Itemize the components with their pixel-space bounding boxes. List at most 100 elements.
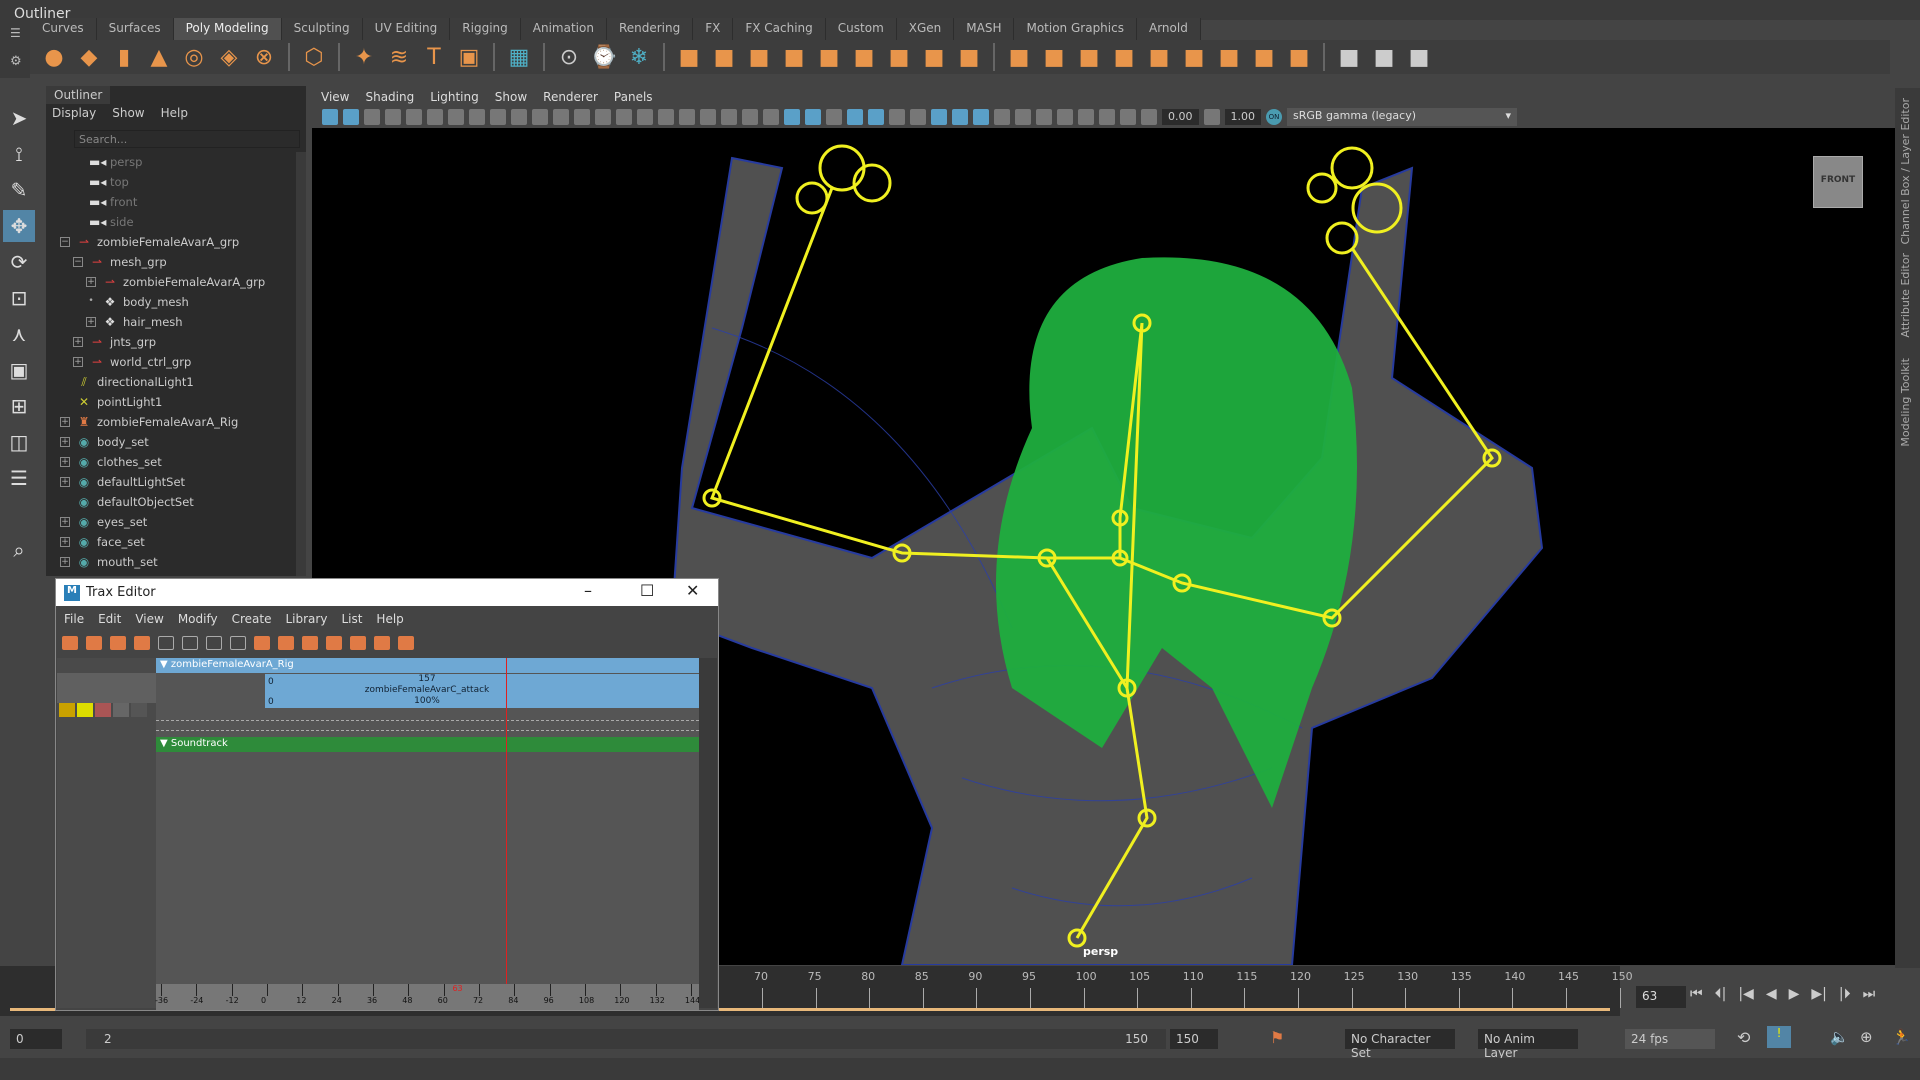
playback-button-2[interactable]: |◀ [1738,986,1753,1002]
viewport-tool-icon[interactable] [1078,109,1094,125]
viewport-tool-icon[interactable] [448,109,464,125]
expand-toggle[interactable]: • [86,297,96,307]
viewport-tool-icon[interactable] [931,109,947,125]
reduce-icon[interactable]: ■ [885,43,913,71]
viewport-tool-icon[interactable] [1141,109,1157,125]
outliner-item[interactable]: + ♜ zombieFemaleAvarA_Rig [60,412,238,432]
poly-cube-icon[interactable]: ◆ [75,43,103,71]
view-cube[interactable]: FRONT [1813,156,1863,208]
trax-menu-help[interactable]: Help [376,612,403,630]
poly-torus-icon[interactable]: ◎ [180,43,208,71]
quad-draw-icon[interactable]: ■ [1250,43,1278,71]
extrude-icon[interactable]: ■ [1005,43,1033,71]
viewport-tool-icon[interactable] [952,109,968,125]
command-line[interactable] [0,1058,1920,1080]
outliner-item[interactable]: ▬◂ persp [73,152,142,172]
poly-plane-icon[interactable]: ◈ [215,43,243,71]
viewport-tool-icon[interactable] [511,109,527,125]
separate-icon[interactable]: ■ [710,43,738,71]
outliner-tab[interactable]: Outliner [46,86,111,104]
solo-icon[interactable] [77,703,93,717]
trax-tool-icon[interactable] [302,636,318,650]
viewport-tool-icon[interactable] [637,109,653,125]
type-text-icon[interactable]: T [420,43,448,71]
outliner-item[interactable]: ▬◂ side [73,212,134,232]
viewport-tool-icon[interactable] [1036,109,1052,125]
outliner-item[interactable]: − ⇀ zombieFemaleAvarA_grp [60,232,239,252]
gamma-icon[interactable] [1203,109,1220,125]
retopologize-icon[interactable]: ■ [955,43,983,71]
layout-single-icon[interactable]: ▣ [3,354,35,386]
viewport-tool-icon[interactable] [784,109,800,125]
bridge-icon[interactable]: ■ [1040,43,1068,71]
move-tool-icon[interactable]: ✥ [3,210,35,242]
move-up-icon[interactable] [113,703,129,717]
outliner-item[interactable]: ▬◂ front [73,192,137,212]
outliner-scrollbar[interactable] [296,152,306,576]
fps-dropdown[interactable]: 24 fps [1625,1029,1715,1049]
tab-sculpting[interactable]: Sculpting [281,18,363,40]
track-header[interactable]: ▼ zombieFemaleAvarA_Rig [156,658,699,673]
search-input[interactable]: Search... [74,130,300,148]
viewport-tool-icon[interactable] [763,109,779,125]
tab-surfaces[interactable]: Surfaces [96,18,174,40]
insert-edge-loop-icon[interactable]: ■ [1370,43,1398,71]
tab-uv-editing[interactable]: UV Editing [362,18,451,40]
layout-two-icon[interactable]: ◫ [3,426,35,458]
trax-tool-icon[interactable] [374,636,390,650]
poly-count-icon[interactable]: ▦ [505,43,533,71]
tab-arnold[interactable]: Arnold [1136,18,1201,40]
viewport-tool-icon[interactable] [742,109,758,125]
range-slider[interactable]: 2 150 [86,1029,1166,1049]
trax-tool-icon[interactable] [326,636,342,650]
viewport-tool-icon[interactable] [889,109,905,125]
trax-tool-icon[interactable] [62,636,78,650]
outliner-item[interactable]: ◉ defaultObjectSet [60,492,194,512]
sound-icon[interactable]: 🔈 [1830,1028,1849,1046]
viewport-tool-icon[interactable] [994,109,1010,125]
expand-toggle[interactable]: − [73,257,83,267]
tab-curves[interactable]: Curves [30,18,97,40]
soft-mod-tool-icon[interactable]: ⋏ [3,318,35,350]
trax-tool-icon[interactable] [398,636,414,650]
platonic-solid-icon[interactable]: ⬡ [300,43,328,71]
gamma-field[interactable]: 1.00 [1224,109,1261,125]
expand-toggle[interactable]: + [60,537,70,547]
menu-icon[interactable]: ☰ [0,18,30,40]
trax-menu-library[interactable]: Library [285,612,327,630]
viewport-tool-icon[interactable] [322,109,338,125]
animation-start-field[interactable]: 0 [10,1029,62,1049]
expand-toggle[interactable]: + [60,437,70,447]
trax-tracks[interactable]: ▼ zombieFemaleAvarA_Rig 0 0 157 zombieFe… [156,658,699,986]
viewport-tool-icon[interactable] [427,109,443,125]
playback-button-5[interactable]: ▶| [1811,986,1826,1002]
viewport-tool-icon[interactable] [469,109,485,125]
viewport-tool-icon[interactable] [847,109,863,125]
expand-toggle[interactable]: + [86,277,96,287]
poly-disc-icon[interactable]: ⊗ [250,43,278,71]
current-frame-field[interactable]: 63 [1636,986,1686,1008]
merge-icon[interactable]: ■ [1180,43,1208,71]
sweep-mesh-icon[interactable]: ≋ [385,43,413,71]
combine-icon[interactable]: ■ [675,43,703,71]
trax-time-ruler[interactable]: -36 -24 -12 0 12 24 36 48 60 72 84 96 108 120 132 144 63 [155,984,700,1010]
outliner-item[interactable]: + ⇀ world_ctrl_grp [73,352,191,372]
viewport-tool-icon[interactable] [910,109,926,125]
viewport-tool-icon[interactable] [490,109,506,125]
expand-toggle[interactable]: + [73,337,83,347]
trax-tool-icon[interactable] [134,636,150,650]
viewport-tool-icon[interactable] [1015,109,1031,125]
expand-toggle[interactable]: + [60,517,70,527]
tab-animation[interactable]: Animation [520,18,607,40]
target-weld-icon[interactable]: ■ [1285,43,1313,71]
playback-button-7[interactable]: ⏭ [1863,986,1876,1002]
trax-menu-list[interactable]: List [341,612,362,630]
bevel-icon[interactable]: ■ [1075,43,1103,71]
delete-history-icon[interactable]: ⌚ [590,43,618,71]
outliner-item[interactable]: − ⇀ mesh_grp [73,252,167,272]
character-prefs-icon[interactable]: 🏃 [1892,1028,1911,1046]
tab-rigging[interactable]: Rigging [450,18,521,40]
gear-icon[interactable]: ⚙ [0,40,30,69]
anim-layer-dropdown[interactable]: No Anim Layer [1478,1029,1578,1060]
trax-menu-modify[interactable]: Modify [178,612,218,630]
